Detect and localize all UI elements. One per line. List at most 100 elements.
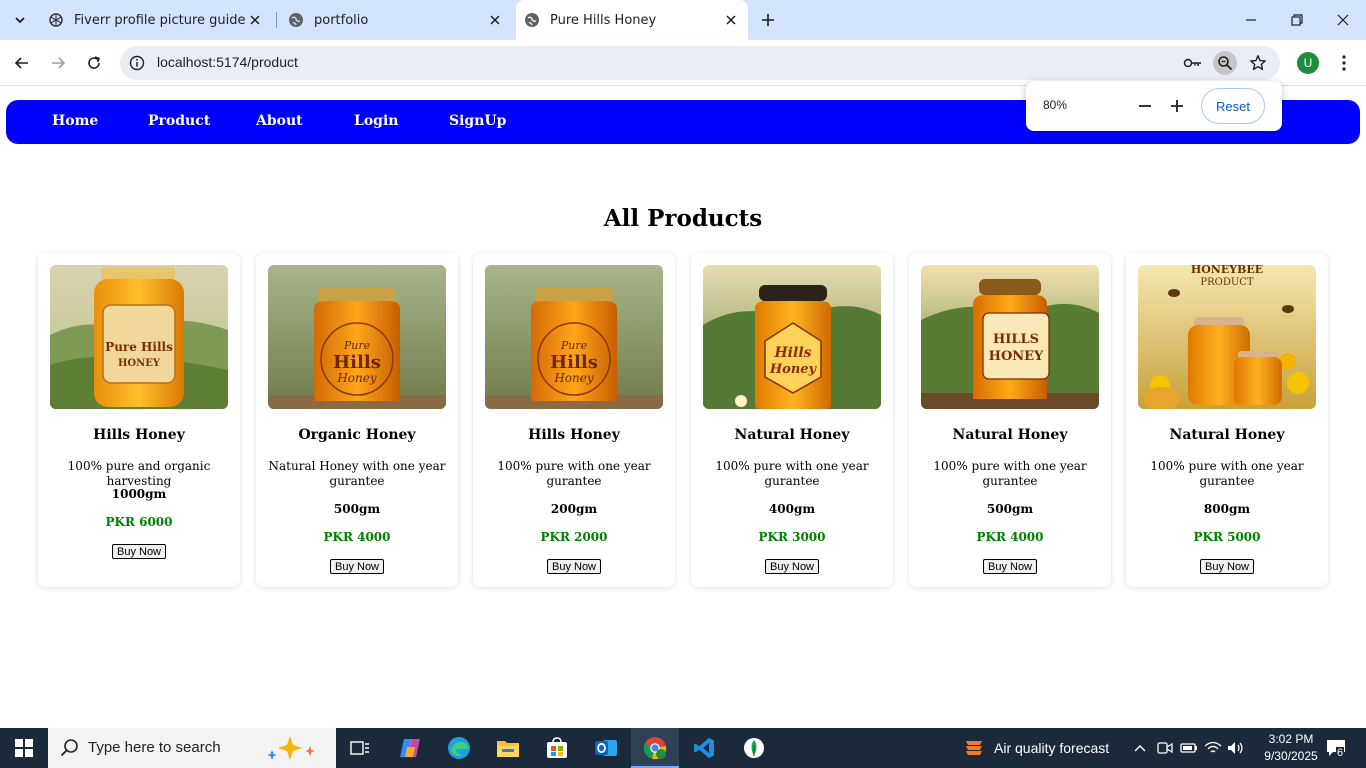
product-name: Organic Honey bbox=[298, 427, 416, 443]
nav-login[interactable]: Login bbox=[354, 113, 398, 129]
tab-pure-hills-honey[interactable]: Pure Hills Honey bbox=[516, 0, 748, 40]
product-name: Natural Honey bbox=[952, 427, 1068, 443]
bookmark-star-icon[interactable] bbox=[1246, 51, 1270, 75]
file-explorer-icon[interactable] bbox=[484, 728, 532, 768]
product-description: Natural Honey with one year gurantee bbox=[268, 459, 446, 488]
product-price: PKR 4000 bbox=[323, 530, 391, 544]
forward-button[interactable] bbox=[45, 50, 71, 76]
search-placeholder: Type here to search bbox=[88, 739, 221, 756]
menu-dots-icon[interactable] bbox=[1334, 51, 1354, 75]
svg-text:Pure: Pure bbox=[560, 339, 588, 352]
zoom-level: 80% bbox=[1043, 98, 1068, 112]
close-icon[interactable] bbox=[722, 11, 740, 29]
svg-text:Honey: Honey bbox=[553, 371, 594, 385]
close-window-button[interactable] bbox=[1320, 0, 1366, 40]
clock-date[interactable]: 9/30/2025 bbox=[1259, 749, 1323, 763]
close-icon[interactable] bbox=[486, 11, 504, 29]
chevron-down-icon bbox=[15, 17, 25, 24]
minimize-icon bbox=[1246, 19, 1256, 21]
tab-portfolio[interactable]: portfolio bbox=[280, 0, 512, 40]
svg-text:HONEYBEE: HONEYBEE bbox=[1191, 265, 1263, 276]
product-image: Pure Hills Honey bbox=[268, 265, 446, 409]
volume-icon[interactable] bbox=[1227, 738, 1245, 758]
svg-text:Pure: Pure bbox=[343, 339, 371, 352]
svg-text:PRODUCT: PRODUCT bbox=[1200, 277, 1254, 288]
nav-signup[interactable]: SignUp bbox=[449, 113, 506, 129]
buy-now-button[interactable]: Buy Now bbox=[983, 559, 1037, 574]
vscode-icon[interactable] bbox=[680, 728, 728, 768]
svg-text:Honey: Honey bbox=[336, 371, 377, 385]
password-key-icon[interactable] bbox=[1181, 51, 1205, 75]
battery-icon[interactable] bbox=[1180, 738, 1198, 758]
browser-toolbar: localhost:5174/product U bbox=[0, 40, 1366, 86]
product-price: PKR 4000 bbox=[976, 530, 1044, 544]
product-image: HONEYBEE PRODUCT bbox=[1138, 265, 1316, 409]
back-button[interactable] bbox=[9, 50, 35, 76]
product-name: Natural Honey bbox=[1169, 427, 1285, 443]
windows-taskbar: Type here to search Air quality forecast bbox=[0, 728, 1366, 768]
tab-search-button[interactable] bbox=[8, 8, 32, 32]
nav-product[interactable]: Product bbox=[148, 113, 210, 129]
chrome-icon[interactable] bbox=[631, 728, 679, 768]
profile-avatar[interactable]: U bbox=[1297, 52, 1319, 74]
meet-now-icon[interactable] bbox=[1156, 738, 1174, 758]
taskbar-search[interactable]: Type here to search bbox=[48, 728, 336, 768]
zoom-reset-button[interactable]: Reset bbox=[1201, 88, 1265, 124]
product-description: 100% pure and organic harvesting bbox=[67, 459, 211, 488]
minimize-button[interactable] bbox=[1228, 0, 1274, 40]
weather-text[interactable]: Air quality forecast bbox=[994, 740, 1109, 756]
copilot-icon[interactable] bbox=[386, 728, 434, 768]
tab-separator bbox=[276, 12, 277, 28]
reload-icon bbox=[88, 56, 101, 69]
buy-now-button[interactable]: Buy Now bbox=[1200, 559, 1254, 574]
svg-text:Pure Hills: Pure Hills bbox=[105, 340, 173, 354]
zoom-out-button[interactable] bbox=[1133, 94, 1157, 118]
product-weight: 500gm bbox=[333, 502, 381, 516]
close-icon bbox=[1337, 14, 1349, 26]
clock-time[interactable]: 3:02 PM bbox=[1259, 732, 1323, 746]
microsoft-store-icon[interactable] bbox=[533, 728, 581, 768]
close-icon[interactable] bbox=[246, 11, 264, 29]
product-card: HONEYBEE PRODUCT Natural Honey 100% pure… bbox=[1126, 253, 1328, 587]
page-title: All Products bbox=[603, 205, 763, 232]
url-text[interactable]: localhost:5174/product bbox=[157, 54, 298, 70]
zoom-in-button[interactable] bbox=[1165, 94, 1189, 118]
chevron-up-icon[interactable] bbox=[1131, 738, 1149, 758]
product-name: Hills Honey bbox=[93, 427, 185, 443]
product-card: Hills Honey Natural Honey 100% pure with… bbox=[691, 253, 893, 587]
weather-icon[interactable] bbox=[962, 738, 986, 758]
product-price: PKR 2000 bbox=[540, 530, 608, 544]
tab-fiverr[interactable]: Fiverr profile picture guide bbox=[40, 0, 272, 40]
zoom-icon[interactable] bbox=[1213, 51, 1237, 75]
openai-icon bbox=[48, 12, 64, 28]
tab-title: portfolio bbox=[314, 12, 369, 28]
address-bar[interactable]: localhost:5174/product bbox=[120, 46, 1280, 80]
wifi-icon[interactable] bbox=[1204, 738, 1222, 758]
site-info-icon[interactable] bbox=[129, 55, 145, 71]
reload-button[interactable] bbox=[81, 50, 107, 76]
buy-now-button[interactable]: Buy Now bbox=[330, 559, 384, 574]
edge-browser-icon[interactable] bbox=[435, 728, 483, 768]
new-tab-button[interactable] bbox=[756, 8, 780, 32]
svg-text:Hills: Hills bbox=[773, 345, 811, 361]
product-weight: 800gm bbox=[1203, 502, 1251, 516]
product-price: PKR 3000 bbox=[758, 530, 826, 544]
task-view-icon[interactable] bbox=[336, 728, 384, 768]
nav-about[interactable]: About bbox=[256, 113, 303, 129]
outlook-icon[interactable] bbox=[582, 728, 630, 768]
product-weight: 400gm bbox=[768, 502, 816, 516]
plus-icon bbox=[762, 14, 774, 26]
zoom-popup: 80% Reset bbox=[1026, 81, 1282, 131]
product-card: Pure Hills Honey Hills Honey 100% pure w… bbox=[473, 253, 675, 587]
tab-title: Fiverr profile picture guide bbox=[74, 12, 246, 28]
buy-now-button[interactable]: Buy Now bbox=[547, 559, 601, 574]
mongodb-compass-icon[interactable] bbox=[730, 728, 778, 768]
tab-title: Pure Hills Honey bbox=[550, 12, 657, 28]
restore-button[interactable] bbox=[1274, 0, 1320, 40]
product-name: Hills Honey bbox=[528, 427, 620, 443]
start-button[interactable] bbox=[0, 728, 48, 768]
buy-now-button[interactable]: Buy Now bbox=[765, 559, 819, 574]
sparkle-icon bbox=[267, 736, 315, 760]
nav-home[interactable]: Home bbox=[52, 113, 98, 129]
buy-now-button[interactable]: Buy Now bbox=[112, 544, 166, 559]
